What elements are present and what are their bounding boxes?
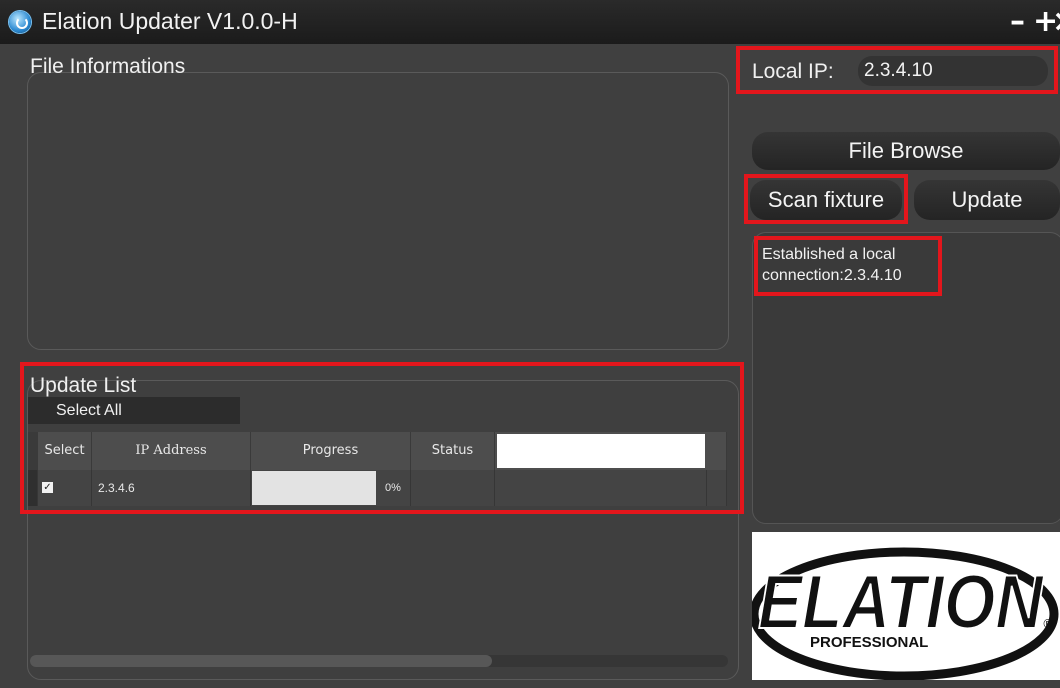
elation-logo: ELATION PROFESSIONAL ® [749,532,1060,681]
annotation-update-list [20,362,744,514]
logo-brand: ELATION [758,560,1045,645]
app-window: Elation Updater V1.0.0-H – + × File Info… [0,0,1060,688]
minimize-button[interactable]: – [1010,0,1025,44]
title-bar: Elation Updater V1.0.0-H – + × [0,0,1060,44]
file-info-title: File Informations [30,55,186,78]
update-button[interactable]: Update [914,180,1060,220]
window-title: Elation Updater V1.0.0-H [42,8,298,34]
horizontal-scrollbar-thumb[interactable] [30,655,492,667]
annotation-log [754,236,942,296]
elation-logo-graphic: ELATION PROFESSIONAL ® [749,547,1059,681]
annotation-scan-fixture [744,174,908,224]
close-button[interactable]: × [1052,0,1060,44]
file-info-panel [27,72,729,350]
logo-registered: ® [1042,617,1054,631]
app-logo-icon [9,11,31,33]
file-browse-button[interactable]: File Browse [752,132,1060,170]
logo-subtitle: PROFESSIONAL [810,634,928,651]
annotation-local-ip [736,46,1058,94]
